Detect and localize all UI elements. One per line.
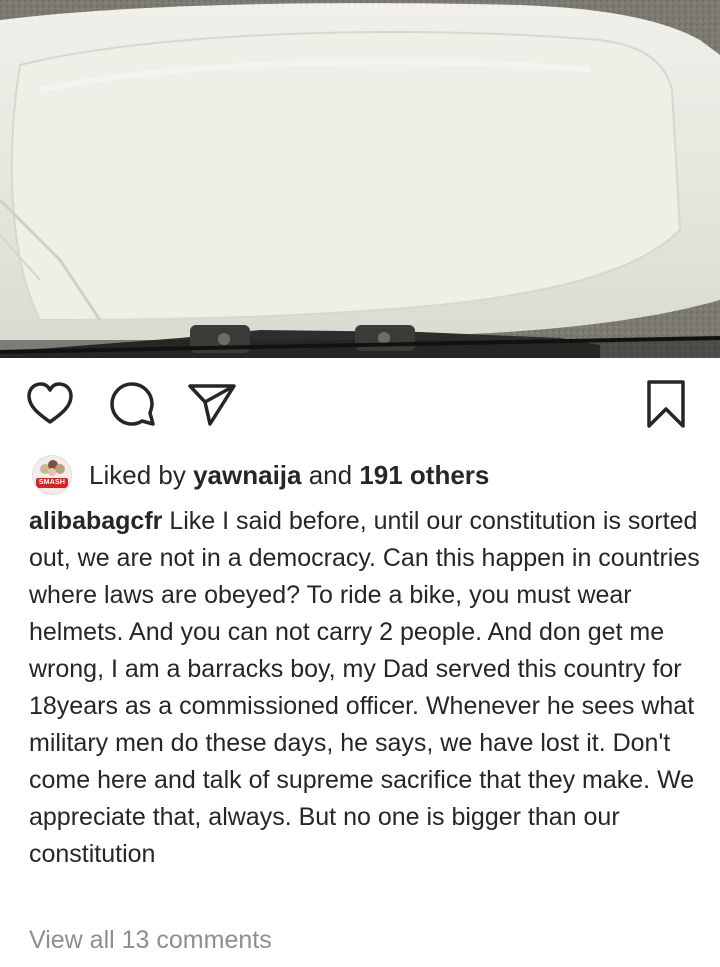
paper-plane-icon bbox=[188, 384, 236, 426]
post-image[interactable] bbox=[0, 0, 720, 358]
avatar-logo-text: SMASH bbox=[36, 478, 68, 488]
post-photo-illustration bbox=[0, 0, 720, 358]
save-button[interactable] bbox=[640, 378, 696, 430]
likes-middle: and bbox=[301, 460, 360, 490]
likes-summary: SMASH Liked by yawnaija and 191 others bbox=[32, 455, 489, 495]
likes-prefix: Liked by bbox=[89, 460, 194, 490]
like-button[interactable] bbox=[24, 378, 80, 430]
liker-avatar[interactable]: SMASH bbox=[32, 455, 72, 495]
share-button[interactable] bbox=[186, 378, 242, 430]
likes-count[interactable]: 191 others bbox=[359, 460, 489, 490]
post-action-bar bbox=[0, 358, 720, 448]
likes-text[interactable]: Liked by yawnaija and 191 others bbox=[89, 459, 489, 491]
liker-username[interactable]: yawnaija bbox=[193, 460, 301, 490]
caption-text: Like I said before, until our constituti… bbox=[29, 507, 700, 868]
view-all-comments-link[interactable]: View all 13 comments bbox=[29, 922, 272, 958]
comment-bubble-icon bbox=[110, 382, 155, 426]
smash-logo-icon bbox=[40, 460, 65, 476]
bookmark-icon bbox=[647, 380, 685, 428]
post-caption: alibabagcfr Like I said before, until ou… bbox=[29, 503, 701, 873]
heart-icon bbox=[27, 382, 73, 424]
comment-button[interactable] bbox=[106, 378, 162, 430]
caption-username[interactable]: alibabagcfr bbox=[29, 507, 162, 535]
